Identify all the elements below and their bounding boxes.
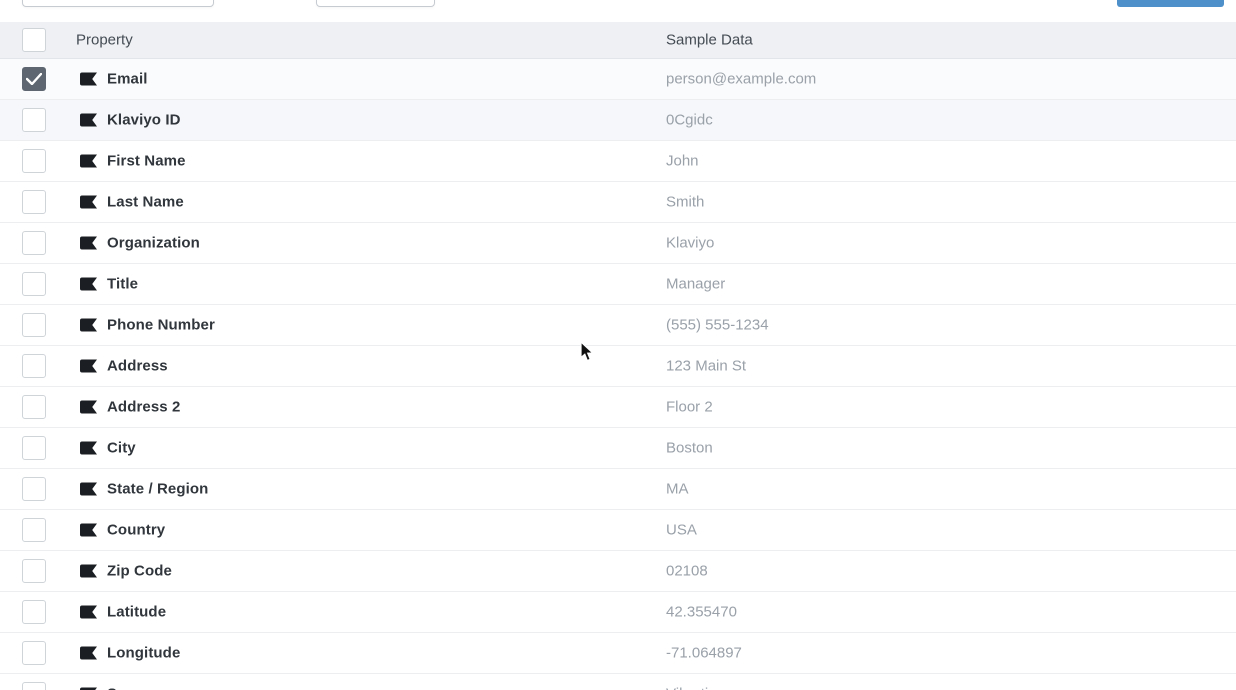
sample-data-value: MA (666, 480, 689, 498)
property-name: Title (107, 275, 139, 293)
sample-data-column-header: Sample Data (666, 31, 753, 49)
property-flag-icon (80, 72, 97, 86)
row-checkbox[interactable] (22, 395, 46, 419)
row-checkbox[interactable] (22, 436, 46, 460)
sample-data-value: Vibration (666, 686, 725, 690)
row-checkbox[interactable] (22, 477, 46, 501)
property-name: Last Name (107, 193, 184, 211)
text-input-left[interactable] (22, 0, 214, 7)
table-row[interactable]: Last Name Smith (0, 182, 1236, 223)
table-row[interactable]: Klaviyo ID 0Cgidc (0, 100, 1236, 141)
top-toolbar (0, 0, 1236, 22)
properties-table: Property Sample Data Email person@exampl… (0, 22, 1236, 690)
table-row[interactable]: Country USA (0, 510, 1236, 551)
check-icon (26, 73, 42, 85)
property-name: Address 2 (107, 398, 181, 416)
sample-data-value: USA (666, 521, 697, 539)
property-column-header: Property (76, 31, 133, 49)
property-name: City (107, 439, 136, 457)
sample-data-value: 42.355470 (666, 603, 737, 621)
property-flag-icon (80, 195, 97, 209)
property-name: Email (107, 70, 148, 88)
property-name: Zip Code (107, 562, 172, 580)
sample-data-value: John (666, 152, 699, 170)
table-row[interactable]: Address 123 Main St (0, 346, 1236, 387)
property-flag-icon (80, 154, 97, 168)
property-flag-icon (80, 277, 97, 291)
sample-data-value: Smith (666, 193, 705, 211)
select-all-checkbox[interactable] (22, 28, 46, 52)
text-input-right[interactable] (316, 0, 435, 7)
row-checkbox[interactable] (22, 600, 46, 624)
table-row[interactable]: City Boston (0, 428, 1236, 469)
row-checkbox[interactable] (22, 190, 46, 214)
row-checkbox[interactable] (22, 313, 46, 337)
property-name: Source (107, 686, 158, 690)
property-name: Phone Number (107, 316, 215, 334)
property-flag-icon (80, 236, 97, 250)
property-flag-icon (80, 564, 97, 578)
property-name: Latitude (107, 603, 167, 621)
property-name: First Name (107, 152, 186, 170)
property-flag-icon (80, 523, 97, 537)
property-name: Organization (107, 234, 200, 252)
row-checkbox[interactable] (22, 518, 46, 542)
sample-data-value: 02108 (666, 562, 708, 580)
sample-data-value: Boston (666, 439, 713, 457)
table-row[interactable]: Source Vibration (0, 674, 1236, 690)
property-flag-icon (80, 605, 97, 619)
row-checkbox[interactable] (22, 272, 46, 296)
property-flag-icon (80, 359, 97, 373)
table-row[interactable]: Address 2 Floor 2 (0, 387, 1236, 428)
table-row[interactable]: State / Region MA (0, 469, 1236, 510)
row-checkbox[interactable] (22, 67, 46, 91)
sample-data-value: Floor 2 (666, 398, 713, 416)
row-checkbox[interactable] (22, 231, 46, 255)
property-name: Klaviyo ID (107, 111, 181, 129)
sample-data-value: Klaviyo (666, 234, 715, 252)
property-name: Address (107, 357, 168, 375)
property-flag-icon (80, 113, 97, 127)
sample-data-value: -71.064897 (666, 644, 742, 662)
property-flag-icon (80, 482, 97, 496)
sample-data-value: Manager (666, 275, 726, 293)
sample-data-value: (555) 555-1234 (666, 316, 769, 334)
property-flag-icon (80, 400, 97, 414)
row-checkbox[interactable] (22, 682, 46, 690)
row-checkbox[interactable] (22, 354, 46, 378)
table-row[interactable]: First Name John (0, 141, 1236, 182)
table-row[interactable]: Phone Number (555) 555-1234 (0, 305, 1236, 346)
property-flag-icon (80, 441, 97, 455)
sample-data-value: 123 Main St (666, 357, 747, 375)
row-checkbox[interactable] (22, 108, 46, 132)
property-flag-icon (80, 318, 97, 332)
property-name: Country (107, 521, 166, 539)
row-checkbox[interactable] (22, 149, 46, 173)
table-row[interactable]: Longitude -71.064897 (0, 633, 1236, 674)
table-row[interactable]: Organization Klaviyo (0, 223, 1236, 264)
row-checkbox[interactable] (22, 559, 46, 583)
property-name: State / Region (107, 480, 209, 498)
table-body: Email person@example.com Klaviyo ID 0Cgi… (0, 59, 1236, 690)
table-header-row: Property Sample Data (0, 22, 1236, 59)
table-row[interactable]: Latitude 42.355470 (0, 592, 1236, 633)
table-row[interactable]: Zip Code 02108 (0, 551, 1236, 592)
row-checkbox[interactable] (22, 641, 46, 665)
property-flag-icon (80, 646, 97, 660)
table-row[interactable]: Email person@example.com (0, 59, 1236, 100)
table-row[interactable]: Title Manager (0, 264, 1236, 305)
property-name: Longitude (107, 644, 181, 662)
primary-action-button[interactable] (1117, 0, 1224, 7)
sample-data-value: 0Cgidc (666, 111, 713, 129)
sample-data-value: person@example.com (666, 70, 817, 88)
